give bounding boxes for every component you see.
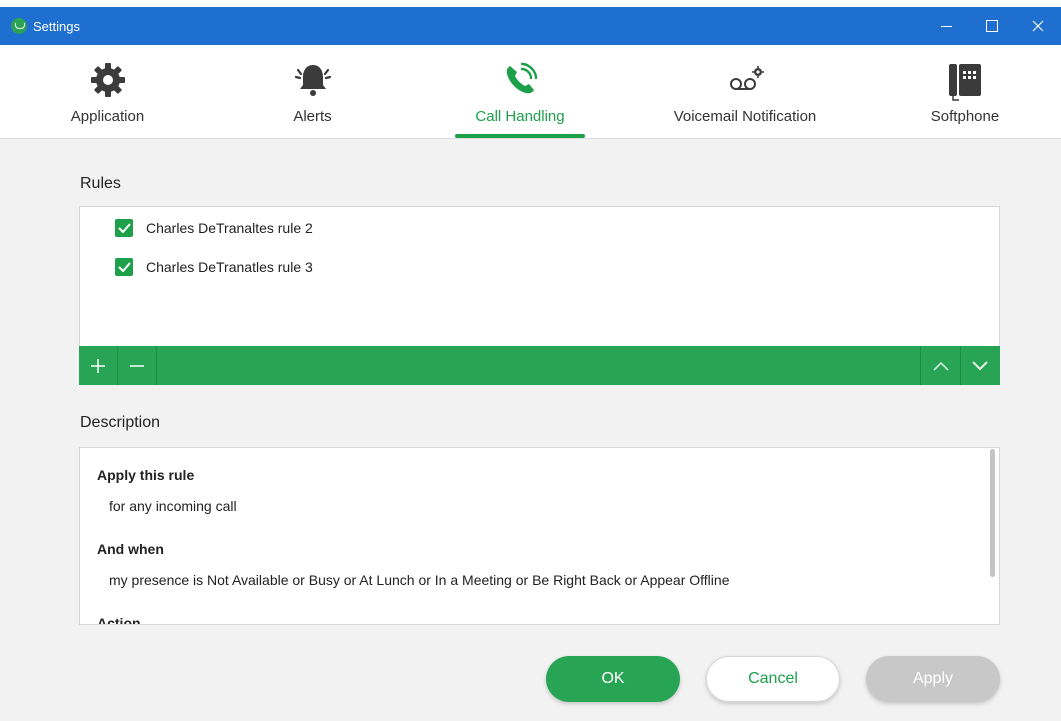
toolbar-divider: [156, 346, 157, 385]
gear-icon: [90, 62, 126, 103]
tab-label: Call Handling: [475, 108, 565, 125]
minus-icon: [130, 364, 144, 367]
apply-button[interactable]: Apply: [866, 656, 1000, 702]
description-heading: Description: [80, 414, 161, 431]
cancel-button[interactable]: Cancel: [706, 656, 840, 702]
active-tab-indicator: [455, 134, 585, 138]
desk-phone-icon: [947, 62, 983, 107]
minimize-button[interactable]: [923, 7, 969, 45]
description-section-heading: Action: [97, 615, 141, 625]
tab-label: Application: [70, 108, 145, 125]
checkmark-icon: [117, 262, 131, 272]
maximize-button[interactable]: [969, 7, 1015, 45]
description-section-heading: Apply this rule: [97, 467, 195, 483]
cropped-heading: [0, 0, 1061, 7]
description-section-text: for any incoming call: [109, 498, 237, 514]
app-logo-icon: [11, 18, 27, 34]
rule-label: Charles DeTranaltes rule 2: [146, 220, 313, 236]
tab-call-handling[interactable]: Call Handling: [455, 45, 585, 138]
rule-checkbox[interactable]: [115, 258, 133, 276]
ok-button[interactable]: OK: [546, 656, 680, 702]
tab-label: Softphone: [930, 108, 1000, 125]
tab-alerts[interactable]: Alerts: [250, 45, 375, 138]
voicemail-icon: [725, 62, 765, 103]
list-item[interactable]: Charles DeTranatles rule 3: [115, 258, 313, 276]
tab-application[interactable]: Application: [40, 45, 175, 138]
description-section-text: my presence is Not Available or Busy or …: [109, 572, 730, 588]
move-down-button[interactable]: [961, 346, 999, 385]
description-section-heading: And when: [97, 541, 164, 557]
window-title: Settings: [33, 18, 80, 34]
move-up-button[interactable]: [922, 346, 960, 385]
rule-label: Charles DeTranatles rule 3: [146, 259, 313, 275]
chevron-up-icon: [933, 361, 949, 371]
title-bar: Settings: [0, 7, 1061, 45]
description-panel[interactable]: Apply this rule for any incoming call An…: [79, 447, 1000, 625]
list-item[interactable]: Charles DeTranaltes rule 2: [115, 219, 313, 237]
call-handling-panel: Rules Charles DeTranaltes rule 2 Charles…: [0, 139, 1061, 721]
bell-icon: [293, 62, 333, 103]
rule-checkbox[interactable]: [115, 219, 133, 237]
description-scrollbar[interactable]: [990, 449, 995, 577]
add-rule-button[interactable]: [79, 346, 117, 385]
rules-heading: Rules: [80, 175, 121, 192]
chevron-down-icon: [972, 360, 988, 370]
window-controls: [923, 7, 1061, 45]
rules-toolbar: [79, 346, 1000, 385]
remove-rule-button[interactable]: [118, 346, 156, 385]
settings-tabs: Application Alerts Call Handling Voicema…: [0, 45, 1061, 139]
toolbar-divider: [920, 346, 921, 385]
phone-ringing-icon: [502, 62, 538, 103]
close-button[interactable]: [1015, 7, 1061, 45]
close-icon: [1032, 20, 1044, 32]
tab-voicemail-notification[interactable]: Voicemail Notification: [655, 45, 835, 138]
tab-softphone[interactable]: Softphone: [910, 45, 1020, 138]
tab-label: Voicemail Notification: [673, 108, 817, 125]
tab-label: Alerts: [293, 108, 332, 125]
checkmark-icon: [117, 223, 131, 233]
plus-icon: [91, 358, 105, 373]
